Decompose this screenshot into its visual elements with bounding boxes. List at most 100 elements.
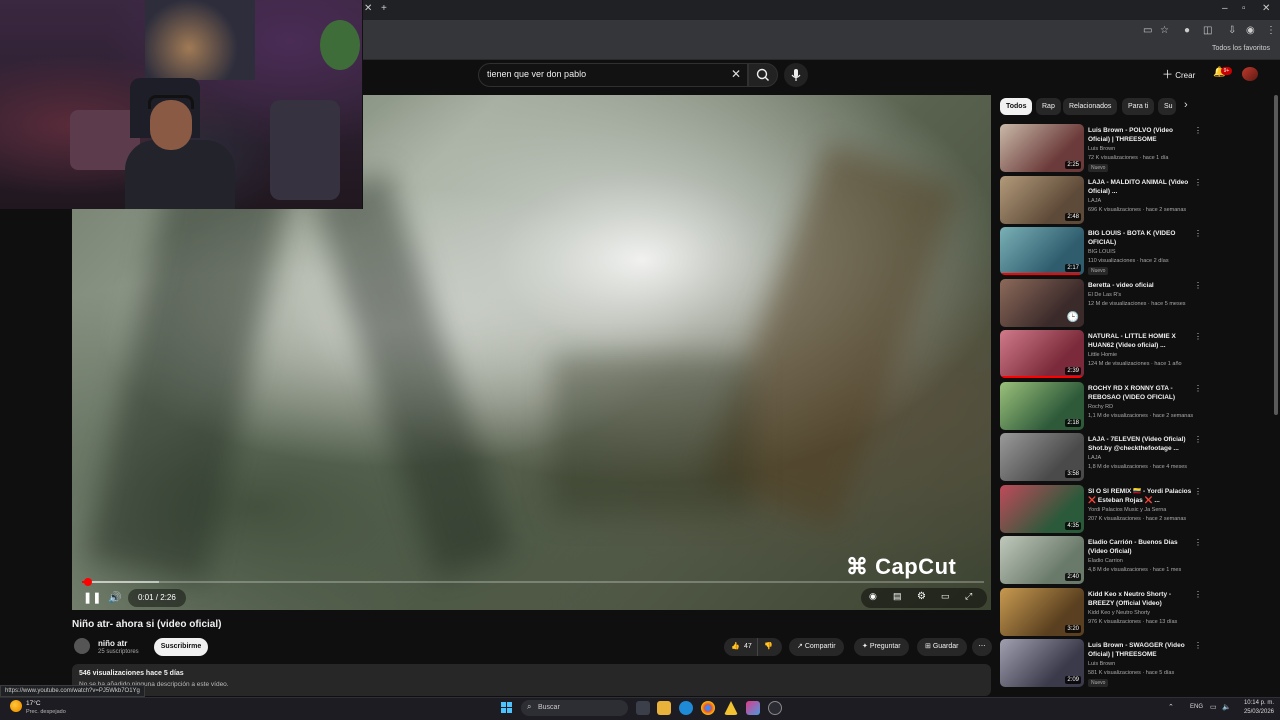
input-language[interactable]: ENG <box>1190 704 1203 710</box>
cast-icon[interactable]: ▭ <box>1143 25 1152 36</box>
capcut-app-icon[interactable] <box>746 701 760 715</box>
page-scrollbar[interactable] <box>1274 95 1278 415</box>
theater-mode-icon[interactable]: ▭ <box>941 591 950 602</box>
recommendation-menu-icon[interactable]: ⋮ <box>1194 178 1202 187</box>
recommendation-title[interactable]: BIG LOUIS - BOTA K (VIDEO OFICIAL) <box>1088 229 1192 247</box>
recommendation-thumbnail[interactable]: 2:17 <box>1000 227 1084 275</box>
recommendation-thumbnail[interactable]: 2:48 <box>1000 175 1084 224</box>
like-icon[interactable]: 👍 <box>731 638 740 656</box>
account-avatar[interactable] <box>1242 67 1258 81</box>
chip-para-ti[interactable]: Para ti <box>1122 98 1155 115</box>
settings-gear-icon[interactable]: ⚙ <box>917 591 926 602</box>
recommendation-thumbnail[interactable]: 2:18 <box>1000 381 1084 430</box>
recommendation-menu-icon[interactable]: ⋮ <box>1194 126 1202 135</box>
autoplay-toggle-icon[interactable]: ◉ <box>869 591 877 602</box>
recommendation-menu-icon[interactable]: ⋮ <box>1194 281 1202 290</box>
more-actions-icon[interactable]: ⋯ <box>972 638 992 656</box>
chrome-browser-icon[interactable] <box>701 701 715 715</box>
channel-avatar[interactable] <box>74 638 90 654</box>
tray-overflow-icon[interactable]: ⌃ <box>1168 703 1174 711</box>
chips-next-icon[interactable]: › <box>1184 99 1188 111</box>
recommendation-channel[interactable]: El De Las R's <box>1088 292 1121 298</box>
recommendation-item[interactable]: 2:09 Luis Brown - SWAGGER (Video Oficial)… <box>1000 639 1202 689</box>
recommendation-menu-icon[interactable]: ⋮ <box>1194 641 1202 650</box>
task-view-icon[interactable] <box>636 701 650 715</box>
recommendation-thumbnail[interactable]: 3:20 <box>1000 587 1084 636</box>
search-button[interactable] <box>748 63 778 87</box>
subtitles-icon[interactable]: ▤ <box>893 591 902 602</box>
recommendation-menu-icon[interactable]: ⋮ <box>1194 590 1202 599</box>
recommendation-channel[interactable]: Yordi Palacios Music y Ja Serna <box>1088 507 1166 513</box>
recommendation-item[interactable]: 2:48 LAJA - MALDITO ANIMAL (Video Oficial… <box>1000 175 1202 226</box>
recommendation-channel[interactable]: Kidd Keo y Neutro Shorty <box>1088 610 1150 616</box>
all-bookmarks-link[interactable]: Todos los favoritos <box>1212 45 1270 52</box>
bookmark-star-icon[interactable]: ☆ <box>1160 25 1169 36</box>
recommendation-item[interactable]: 2:18 ROCHY RD X RONNY GTA - REBOSAO (VIDE… <box>1000 381 1202 432</box>
volume-icon[interactable]: 🔊 <box>108 591 122 604</box>
recommendation-title[interactable]: NATURAL - LITTLE HOMIE X HUAN62 (Video o… <box>1088 332 1192 350</box>
restore-icon[interactable]: ▫ <box>1242 3 1246 14</box>
recommendation-item[interactable]: 3:58 LAJA - 7ELEVEN (Video Oficial) Shot.… <box>1000 433 1202 483</box>
chip-rap[interactable]: Rap <box>1036 98 1061 115</box>
weather-sun-icon[interactable] <box>10 700 22 712</box>
recommendation-item[interactable]: 2:39 NATURAL - LITTLE HOMIE X HUAN62 (Vid… <box>1000 330 1202 380</box>
recommendation-item[interactable]: 3:20 Kidd Keo x Neutro Shorty - BREEZY (O… <box>1000 587 1202 638</box>
start-windows-icon[interactable] <box>501 702 513 714</box>
recommendation-thumbnail[interactable]: 4:35 <box>1000 484 1084 533</box>
description-box[interactable] <box>72 664 991 696</box>
recommendation-title[interactable]: Kidd Keo x Neutro Shorty - BREEZY (Offic… <box>1088 590 1192 608</box>
pause-icon[interactable]: ❚❚ <box>83 591 101 604</box>
recommendation-channel[interactable]: LAJA <box>1088 198 1101 204</box>
recommendation-channel[interactable]: Luis Brown <box>1088 146 1115 152</box>
clock-time[interactable]: 10:14 p. m. <box>1240 700 1274 706</box>
chip-su[interactable]: Su <box>1158 98 1176 115</box>
tab-close-icon[interactable]: ✕ <box>364 3 372 14</box>
puzzle-icon[interactable]: ◫ <box>1203 25 1212 36</box>
profile-icon[interactable]: ◉ <box>1246 25 1255 36</box>
edge-browser-icon[interactable] <box>679 701 693 715</box>
recommendation-item[interactable]: 4:35 SI O SI REMIX 🇨🇴 - Yordi Palacios ❌ … <box>1000 484 1202 535</box>
recommendation-title[interactable]: Luis Brown - SWAGGER (Video Oficial) | T… <box>1088 641 1192 659</box>
search-input[interactable] <box>487 69 727 79</box>
recommendation-menu-icon[interactable]: ⋮ <box>1194 384 1202 393</box>
downloads-icon[interactable]: ⇩ <box>1228 25 1236 36</box>
clear-search-icon[interactable]: ✕ <box>731 67 741 81</box>
recommendation-menu-icon[interactable]: ⋮ <box>1194 487 1202 496</box>
watch-later-icon[interactable]: 🕒 <box>1065 311 1081 324</box>
recommendation-channel[interactable]: LAJA <box>1088 455 1101 461</box>
recommendation-menu-icon[interactable]: ⋮ <box>1194 435 1202 444</box>
recommendation-title[interactable]: ROCHY RD X RONNY GTA - REBOSAO (VIDEO OF… <box>1088 384 1192 402</box>
share-button[interactable]: ↗ Compartir <box>789 638 844 656</box>
subscribe-button[interactable]: Suscribirme <box>154 638 208 656</box>
voice-search-button[interactable] <box>784 63 808 87</box>
recommendation-title[interactable]: Beretta - video oficial <box>1088 281 1192 290</box>
recommendation-title[interactable]: SI O SI REMIX 🇨🇴 - Yordi Palacios ❌ Este… <box>1088 487 1192 505</box>
video-progress-bar[interactable] <box>82 578 984 586</box>
dislike-icon[interactable]: 👎 <box>764 638 773 656</box>
chip-todos[interactable]: Todos <box>1000 98 1033 115</box>
recommendation-title[interactable]: Eladio Carrión - Buenos Días (Video Ofic… <box>1088 538 1192 556</box>
extension-icon[interactable]: ● <box>1184 25 1190 36</box>
recommendation-thumbnail[interactable]: 2:40 <box>1000 536 1084 584</box>
save-button[interactable]: ⊞ Guardar <box>917 638 967 656</box>
recommendation-thumbnail[interactable]: 🕒 <box>1000 278 1084 327</box>
create-button[interactable]: ＋ Crear <box>1162 66 1195 82</box>
window-close-icon[interactable]: ✕ <box>1262 3 1270 14</box>
recommendation-item[interactable]: 2:40 Eladio Carrión - Buenos Días (Video … <box>1000 536 1202 586</box>
recommendation-channel[interactable]: Rochy RD <box>1088 404 1113 410</box>
recommendation-title[interactable]: LAJA - MALDITO ANIMAL (Video Oficial) ..… <box>1088 178 1192 196</box>
network-icon[interactable]: ▭ <box>1210 703 1217 711</box>
recommendation-menu-icon[interactable]: ⋮ <box>1194 332 1202 341</box>
menu-kebab-icon[interactable]: ⋮ <box>1266 25 1276 36</box>
recommendation-title[interactable]: LAJA - 7ELEVEN (Video Oficial) Shot.by @… <box>1088 435 1192 453</box>
channel-name[interactable]: niño atr <box>98 639 127 648</box>
minimize-icon[interactable]: – <box>1222 3 1228 14</box>
recommendation-channel[interactable]: Eladio Carrion <box>1088 558 1123 564</box>
recommendation-menu-icon[interactable]: ⋮ <box>1194 538 1202 547</box>
recommendation-item[interactable]: 🕒 Beretta - video oficial El De Las R's 12 … <box>1000 278 1202 329</box>
search-box[interactable] <box>478 63 748 87</box>
new-tab-icon[interactable]: + <box>381 3 387 14</box>
recommendation-item[interactable]: 2:17 BIG LOUIS - BOTA K (VIDEO OFICIAL) BI… <box>1000 227 1202 277</box>
chip-relacionados[interactable]: Relacionados <box>1063 98 1118 115</box>
recommendation-thumbnail[interactable]: 2:25 <box>1000 124 1084 172</box>
